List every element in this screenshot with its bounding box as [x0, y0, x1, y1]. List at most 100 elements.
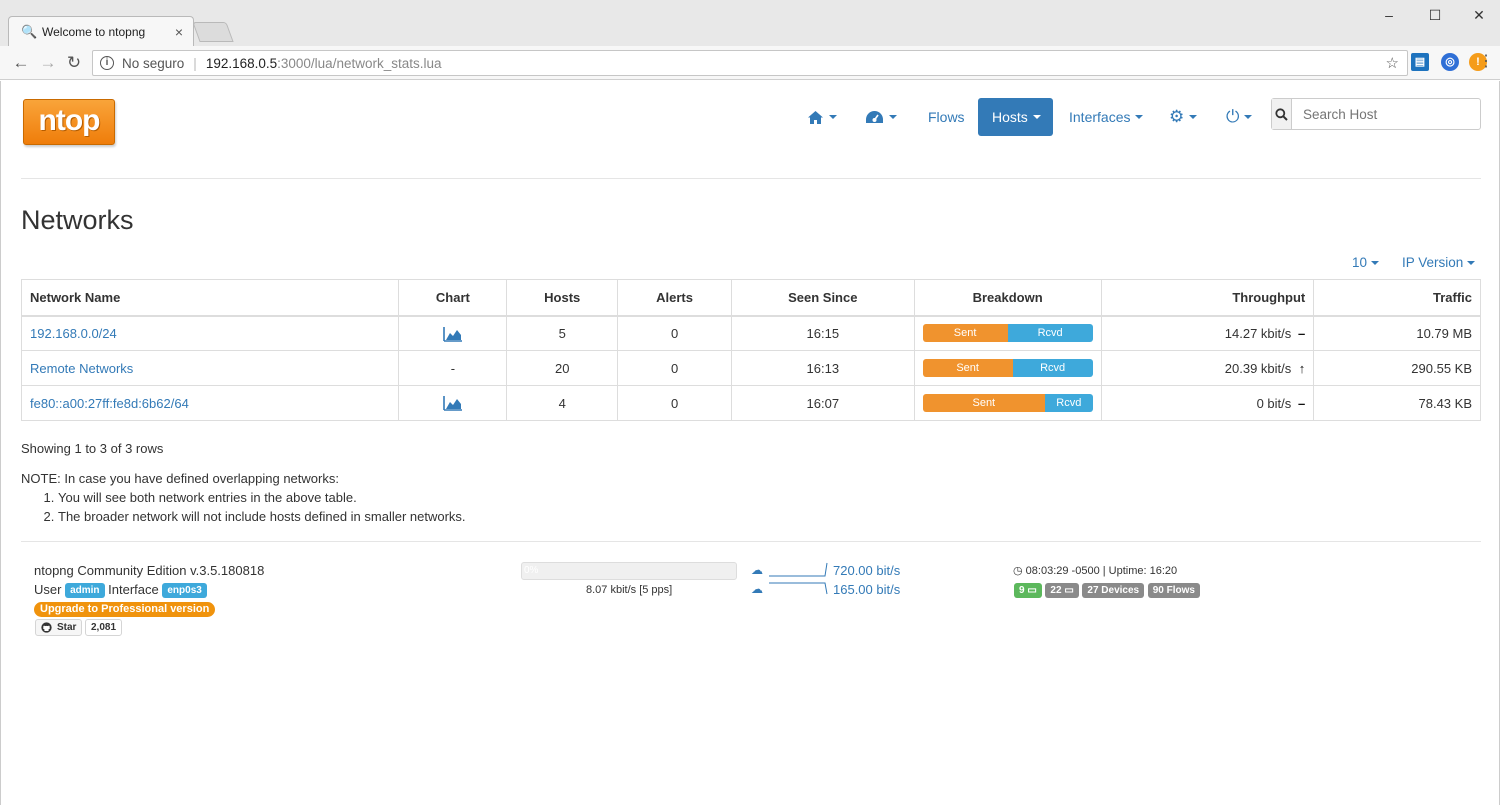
star-count: 2,081: [91, 622, 117, 633]
col-chart[interactable]: Chart: [398, 279, 508, 317]
remote-hosts-badge[interactable]: 22 ▭: [1045, 583, 1079, 599]
edition-text: ntopng Community Edition v.3.5.180818: [34, 563, 265, 578]
gear-icon: ⚙: [1169, 107, 1185, 126]
url-separator: |: [193, 55, 197, 71]
local-hosts-badge[interactable]: 9 ▭: [1014, 583, 1042, 599]
clock-line: ◷ 08:03:29 -0500 | Uptime: 16:20: [1013, 564, 1177, 577]
remote-hosts-count: 22: [1050, 585, 1062, 597]
browser-titlebar: 🔍 Welcome to ntopng × – ☐ ✕: [0, 0, 1500, 46]
settings-menu[interactable]: ⚙: [1169, 98, 1198, 136]
col-alerts[interactable]: Alerts: [617, 279, 732, 317]
close-tab-icon[interactable]: ×: [175, 24, 183, 40]
col-throughput[interactable]: Throughput: [1100, 279, 1315, 317]
flows-link[interactable]: Flows: [928, 98, 965, 136]
interface-badge[interactable]: enp0s3: [162, 583, 207, 599]
interfaces-menu[interactable]: Interfaces: [1069, 98, 1144, 136]
col-seen-since[interactable]: Seen Since: [730, 279, 915, 317]
extension-screen-icon[interactable]: ▤: [1411, 53, 1429, 71]
close-window-icon[interactable]: ✕: [1464, 6, 1494, 24]
bookmark-star-icon[interactable]: ☆: [1386, 54, 1399, 72]
github-star-count[interactable]: 2,081: [85, 619, 123, 636]
ntop-logo[interactable]: ntop: [23, 99, 115, 145]
dashboard-menu[interactable]: [865, 98, 897, 136]
flows-badge[interactable]: 90 Flows: [1147, 583, 1200, 599]
col-breakdown[interactable]: Breakdown: [913, 279, 1102, 317]
upload-sparkline: [769, 562, 828, 577]
maximize-icon[interactable]: ☐: [1420, 6, 1450, 24]
hosts-label: Hosts: [992, 109, 1028, 125]
rcvd-segment: Rcvd: [1012, 359, 1093, 377]
ip-version-dropdown[interactable]: IP Version: [1402, 255, 1476, 270]
cloud-upload-icon: ☁: [751, 563, 763, 577]
note-list: You will see both network entries in the…: [58, 488, 466, 526]
sent-segment: Sent: [922, 394, 1045, 412]
upgrade-line: Upgrade to Professional version: [34, 601, 216, 618]
trend-flat-icon: –: [1298, 325, 1306, 341]
hosts-menu[interactable]: Hosts: [978, 98, 1053, 136]
power-menu[interactable]: ⏻: [1226, 98, 1253, 136]
breakdown-bar: Sent Rcvd: [922, 394, 1093, 412]
cloud-download-icon: ☁: [751, 582, 763, 596]
browser-menu-icon[interactable]: ⋮: [1478, 54, 1494, 70]
devices-badge[interactable]: 27 Devices: [1082, 583, 1145, 599]
download-rate: 165.00 bit/s: [833, 582, 901, 597]
rcvd-segment: Rcvd: [1007, 324, 1093, 343]
search-button[interactable]: [1272, 99, 1292, 129]
progress-label: 0%: [524, 565, 539, 576]
search-icon: [1275, 107, 1288, 121]
traffic-value: 290.55 KB: [1313, 350, 1481, 386]
alerts-count: 0: [617, 315, 732, 351]
network-link[interactable]: fe80::a00:27ff:fe8d:6b62/64: [30, 396, 189, 411]
chart-cell: -: [398, 350, 508, 386]
github-star-label: Star: [57, 622, 77, 633]
laptop-icon: ▭: [1064, 585, 1074, 597]
upload-rate: 720.00 bit/s: [833, 563, 901, 578]
throughput-value: 0 bit/s: [1256, 395, 1292, 411]
alerts-count: 0: [617, 385, 732, 421]
breakdown-cell: Sent Rcvd: [913, 315, 1102, 351]
breakdown-bar: Sent Rcvd: [922, 324, 1093, 343]
url-field[interactable]: i No seguro | 192.168.0.5:3000/lua/netwo…: [92, 50, 1408, 76]
local-hosts-count: 9: [1019, 585, 1025, 597]
new-tab-button[interactable]: [192, 22, 234, 42]
info-icon[interactable]: i: [100, 56, 114, 70]
interfaces-label: Interfaces: [1069, 109, 1131, 125]
area-chart-icon[interactable]: [443, 326, 463, 342]
reload-icon[interactable]: ↻: [64, 53, 84, 73]
table-row: Remote Networks - 20 0 16:13 Sent Rcvd 2…: [20, 350, 1481, 386]
col-network-name[interactable]: Network Name: [20, 279, 400, 317]
hosts-count: 20: [506, 350, 619, 386]
security-label: No seguro: [122, 55, 185, 71]
user-line: User admin Interface enp0s3: [34, 582, 207, 599]
address-bar: ← → ↻ i No seguro | 192.168.0.5:3000/lua…: [0, 46, 1500, 80]
col-traffic[interactable]: Traffic: [1313, 279, 1481, 317]
seen-since: 16:15: [730, 315, 915, 351]
forward-icon[interactable]: →: [38, 53, 58, 73]
browser-tab[interactable]: 🔍 Welcome to ntopng ×: [8, 16, 194, 46]
minimize-icon[interactable]: –: [1374, 6, 1404, 24]
github-star-button[interactable]: Star: [35, 619, 83, 636]
table-header-row: Network Name Chart Hosts Alerts Seen Sin…: [20, 279, 1481, 317]
home-icon: [808, 110, 823, 124]
seen-since: 16:07: [730, 385, 915, 421]
user-badge[interactable]: admin: [65, 583, 105, 599]
sent-segment: Sent: [922, 324, 1008, 343]
page-size-dropdown[interactable]: 10: [1352, 255, 1380, 270]
home-menu[interactable]: [807, 98, 837, 136]
search-host-input[interactable]: [1292, 99, 1480, 129]
ip-version-label: IP Version: [1402, 255, 1464, 270]
area-chart-icon[interactable]: [443, 395, 463, 412]
network-link[interactable]: 192.168.0.0/24: [30, 326, 117, 341]
upgrade-button[interactable]: Upgrade to Professional version: [34, 602, 216, 618]
network-link[interactable]: Remote Networks: [30, 361, 133, 376]
interface-label: Interface: [108, 582, 159, 597]
extension-search-icon[interactable]: ◎: [1441, 53, 1459, 71]
trend-up-icon: ↑: [1298, 360, 1306, 376]
back-icon[interactable]: ←: [11, 53, 31, 73]
table-row: 192.168.0.0/24 5 0 16:15 Sent Rcvd 14.27…: [20, 315, 1481, 351]
throughput-rate: 8.07 kbit/s [5 pps]: [586, 584, 673, 596]
note-item: The broader network will not include hos…: [58, 507, 466, 526]
col-hosts[interactable]: Hosts: [506, 279, 619, 317]
url-host: 192.168.0.5: [205, 55, 278, 71]
note-heading: NOTE: In case you have defined overlappi…: [21, 471, 339, 486]
